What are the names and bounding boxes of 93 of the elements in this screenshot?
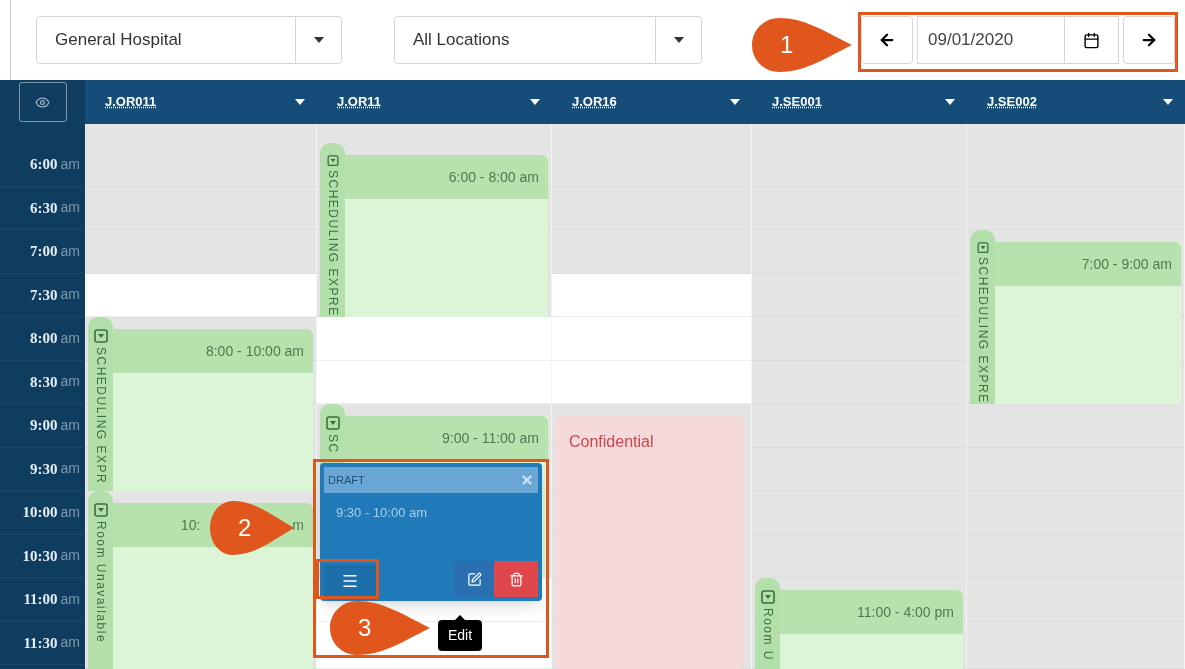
- edit-button[interactable]: [454, 561, 494, 597]
- event-side-label: SC: [324, 434, 341, 454]
- dropdown-toggle-icon[interactable]: [93, 329, 108, 343]
- caret-icon: [530, 99, 540, 105]
- tooltip: Edit: [438, 620, 483, 651]
- room-name[interactable]: J.SE002: [987, 92, 1163, 112]
- time-label: 10:30: [22, 546, 58, 566]
- event-time: 9:00 - 11:00 am: [441, 428, 539, 448]
- caret-icon: [945, 99, 955, 105]
- event-side-tab[interactable]: Room Unavailable: [88, 491, 113, 669]
- status-label: DRAFT: [328, 472, 366, 488]
- event-time: m: [292, 515, 304, 535]
- caret-icon: [1163, 99, 1173, 105]
- room-column-header[interactable]: J.SE001: [752, 80, 967, 124]
- event-side-label: Room U: [759, 608, 776, 661]
- event-side-tab[interactable]: SCHEDULING EXPR: [88, 317, 113, 491]
- room-name[interactable]: J.OR16: [572, 92, 730, 112]
- popup-time: 9:30 - 10:00 am: [336, 504, 429, 522]
- arrow-right-icon: [1140, 31, 1158, 49]
- event-time: 6:00 - 8:00 am: [448, 167, 539, 187]
- callout-marker: 3: [330, 601, 430, 655]
- time-label: 9:00: [30, 416, 58, 435]
- visibility-toggle-button[interactable]: [18, 82, 67, 122]
- room-name[interactable]: J.OR011: [105, 92, 295, 112]
- caret-icon: [295, 99, 305, 105]
- event-block[interactable]: 8:00 - 10:00 am: [113, 329, 313, 491]
- event-time: 11:00 - 4:00 pm: [856, 602, 954, 622]
- event-block[interactable]: 7:00 - 9:00 am: [995, 242, 1181, 404]
- time-label: 11:30: [23, 633, 58, 653]
- dropdown-toggle-icon[interactable]: [325, 416, 340, 430]
- room-name[interactable]: J.SE001: [772, 92, 945, 112]
- event-side-tab[interactable]: SCHEDULING EXPRE: [970, 230, 995, 404]
- room-column-header[interactable]: J.SE002: [967, 80, 1185, 124]
- event-side-tab[interactable]: Room U: [755, 578, 780, 669]
- time-period: am: [60, 372, 80, 392]
- dropdown-toggle-icon[interactable]: [325, 155, 340, 167]
- time-period: am: [60, 285, 80, 305]
- event-time: 8:00 - 10:00 am: [205, 341, 304, 361]
- select-value: All Locations: [412, 29, 511, 52]
- dropdown-toggle-icon[interactable]: [93, 503, 108, 517]
- room-column-header[interactable]: J.OR011: [85, 80, 317, 124]
- event-side-label: SCHEDULING EXPRE: [974, 257, 991, 404]
- select-value: General Hospital: [54, 29, 183, 52]
- confidential-block[interactable]: Confidential: [555, 416, 745, 669]
- time-period: am: [60, 328, 80, 348]
- delete-button[interactable]: [494, 561, 538, 597]
- select-dropdown[interactable]: General Hospital: [36, 16, 342, 64]
- room-column-header[interactable]: J.OR11: [317, 80, 552, 124]
- time-period: am: [60, 546, 80, 566]
- time-label: 10:00: [22, 503, 58, 522]
- event-side-label: Room Unavailable: [92, 521, 109, 644]
- time-label: 7:30: [30, 285, 58, 305]
- previous-day-button[interactable]: [861, 16, 913, 64]
- trash-icon: [508, 571, 524, 587]
- caret-icon: [313, 37, 324, 43]
- time-label: 7:00: [30, 242, 58, 261]
- select-dropdown[interactable]: All Locations: [394, 16, 702, 64]
- time-label: 8:00: [30, 329, 58, 348]
- event-side-label: SCHEDULING EXPR: [92, 347, 109, 485]
- caret-icon: [673, 37, 684, 43]
- event-time: 7:00 - 9:00 am: [1081, 254, 1172, 274]
- edit-icon: [466, 571, 482, 587]
- time-label: 9:30: [30, 459, 58, 479]
- time-period: am: [60, 459, 80, 479]
- time-label: 6:30: [30, 198, 58, 218]
- next-day-button[interactable]: [1123, 16, 1175, 64]
- event-title: Confidential: [569, 433, 654, 450]
- calendar-icon: [1083, 31, 1100, 49]
- eye-icon: [35, 94, 50, 110]
- time-label: 8:30: [30, 372, 58, 392]
- time-period: am: [60, 241, 80, 261]
- event-side-tab[interactable]: SCHEDULING EXPRE: [320, 143, 345, 317]
- room-name[interactable]: J.OR11: [337, 92, 530, 112]
- event-side-label: SCHEDULING EXPRE: [324, 170, 341, 317]
- callout-marker: 1: [752, 18, 852, 72]
- time-period: am: [60, 589, 80, 609]
- time-label: 6:00: [30, 155, 58, 174]
- time-period: am: [60, 633, 80, 653]
- dropdown-toggle-icon[interactable]: [760, 590, 775, 604]
- caret-icon: [730, 99, 740, 105]
- callout-marker: 2: [210, 501, 294, 555]
- menu-button[interactable]: [324, 565, 376, 597]
- dropdown-toggle-icon[interactable]: [975, 242, 990, 254]
- time-period: am: [60, 415, 80, 435]
- event-block[interactable]: 11:00 - 4:00 pm: [780, 590, 963, 669]
- event-time: 10:: [180, 515, 201, 535]
- room-column-header[interactable]: J.OR16: [552, 80, 752, 124]
- time-label: 11:00: [23, 590, 58, 609]
- time-period: am: [60, 198, 80, 218]
- menu-icon: [341, 572, 359, 590]
- event-block[interactable]: 6:00 - 8:00 am: [345, 155, 548, 317]
- time-period: am: [60, 154, 80, 174]
- time-period: am: [60, 502, 80, 522]
